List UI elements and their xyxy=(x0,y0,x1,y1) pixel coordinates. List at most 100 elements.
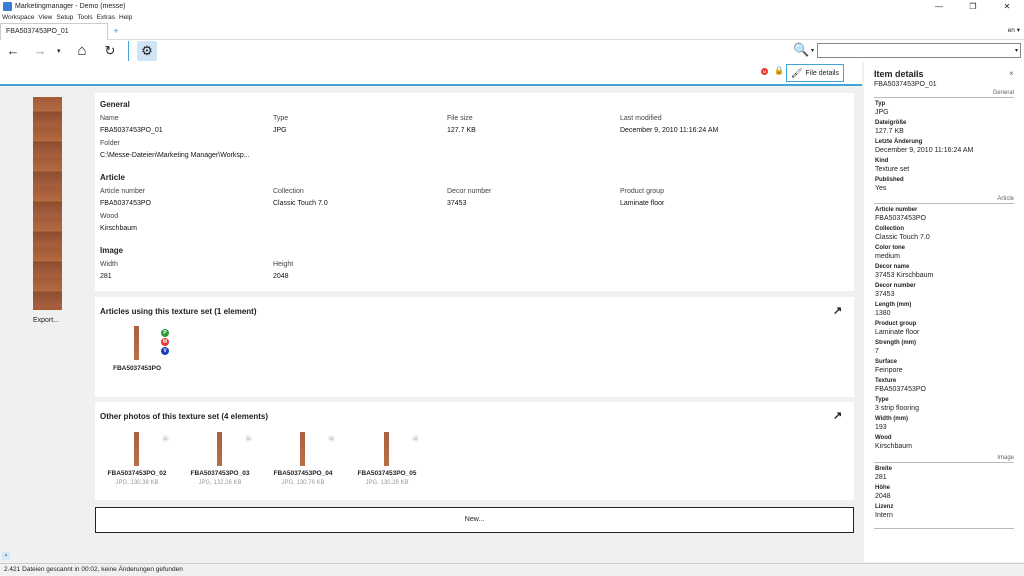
decor-number-label: Decor number xyxy=(447,188,492,195)
export-link[interactable]: Export... xyxy=(33,317,59,324)
length-label: Length (mm) xyxy=(875,302,912,308)
info-panel: General Name FBA5037453PO_01 Type JPG Fi… xyxy=(95,93,854,291)
name-value: FBA5037453PO_01 xyxy=(100,127,163,134)
wood-value: Kirschbaum xyxy=(875,443,912,450)
home-icon[interactable]: ⌂ xyxy=(73,42,91,60)
menu-setup[interactable]: Setup xyxy=(54,13,75,23)
dateigroesse-label: Dateigröße xyxy=(875,120,907,126)
side-divider xyxy=(874,528,1014,529)
maximize-button[interactable]: ❐ xyxy=(956,0,990,13)
gear-icon[interactable]: ⚙ xyxy=(137,41,157,61)
article-number-label: Article number xyxy=(875,207,918,213)
typ-value: JPG xyxy=(875,109,889,116)
articles-using-heading: Articles using this texture set (1 eleme… xyxy=(100,307,257,316)
tab-active[interactable]: FBA5037453PO_01 xyxy=(0,23,108,40)
m-badge: M xyxy=(162,435,169,442)
width-mm-value: 193 xyxy=(875,424,887,431)
file-details-button[interactable]: 🖌 File details xyxy=(786,64,844,82)
photo-name: FBA5037453PO_03 xyxy=(190,470,250,477)
forward-icon[interactable]: → xyxy=(31,42,49,60)
menu-help[interactable]: Help xyxy=(117,13,134,23)
search-dropdown-icon[interactable]: ▾ xyxy=(811,47,814,54)
search-icon[interactable]: 🔍 xyxy=(793,42,809,58)
photo-thumbnail[interactable] xyxy=(384,432,389,466)
decor-number-value: 37453 xyxy=(875,291,895,298)
photo-info: JPG, 130.26 KB xyxy=(365,480,409,486)
collection-label: Collection xyxy=(273,188,304,195)
minimize-button[interactable]: — xyxy=(922,0,956,13)
m-badge: M xyxy=(245,435,252,442)
lock-icon[interactable]: 🔒 xyxy=(774,66,784,75)
menu-extras[interactable]: Extras xyxy=(95,13,117,23)
new-button[interactable]: New... xyxy=(95,507,854,533)
menu-view[interactable]: View xyxy=(36,13,54,23)
close-icon[interactable]: × xyxy=(1009,69,1014,78)
width-label: Width xyxy=(100,261,118,268)
p-badge: P xyxy=(161,329,169,337)
color-tone-value: medium xyxy=(875,253,900,260)
collection-value: Classic Touch 7.0 xyxy=(273,200,328,207)
kind-label: Kind xyxy=(875,158,889,164)
kind-value: Texture set xyxy=(875,166,910,173)
wood-label: Wood xyxy=(100,213,119,220)
folder-label: Folder xyxy=(100,140,120,147)
photo-thumbnail[interactable] xyxy=(134,432,139,466)
collapse-icon[interactable]: ▴ xyxy=(2,552,10,560)
status-bar: 2.421 Dateien gescannt in 00:02, keine Ä… xyxy=(0,563,1024,576)
v-badge: V xyxy=(161,347,169,355)
close-button[interactable]: ✕ xyxy=(990,0,1024,13)
typ-label: Typ xyxy=(875,101,886,107)
article-heading: Article xyxy=(100,173,125,182)
product-group-label: Product group xyxy=(875,321,917,327)
name-label: Name xyxy=(100,115,119,122)
refresh-icon[interactable]: ↻ xyxy=(101,42,119,60)
content-header xyxy=(0,62,862,86)
type-value: JPG xyxy=(273,127,287,134)
language-select[interactable]: en ▾ xyxy=(1008,26,1020,34)
dateigroesse-value: 127.7 KB xyxy=(875,128,904,135)
hoehe-value: 2048 xyxy=(875,493,891,500)
section-image: Image xyxy=(874,455,1014,463)
general-heading: General xyxy=(100,100,130,109)
file-details-label: File details xyxy=(805,69,839,77)
menu-bar: Workspace View Setup Tools Extras Help xyxy=(0,13,1024,23)
photo-name: FBA5037453PO_04 xyxy=(273,470,333,477)
decor-number-value: 37453 xyxy=(447,200,467,207)
filesize-label: File size xyxy=(447,115,473,122)
menu-workspace[interactable]: Workspace xyxy=(0,13,36,23)
letzte-aenderung-label: Letzte Änderung xyxy=(875,139,923,145)
height-value: 2048 xyxy=(273,273,289,280)
lizenz-label: Lizenz xyxy=(875,504,894,510)
texture-preview[interactable] xyxy=(33,97,62,310)
search-input[interactable]: ▾ xyxy=(817,43,1021,58)
photo-info: JPG, 132.26 KB xyxy=(198,480,242,486)
product-group-value: Laminate floor xyxy=(875,329,920,336)
modified-value: December 9, 2010 11:16:24 AM xyxy=(620,127,719,134)
search-chevron-down-icon[interactable]: ▾ xyxy=(1015,47,1018,54)
add-tab-button[interactable]: + xyxy=(110,25,122,37)
breite-value: 281 xyxy=(875,474,887,481)
photo-thumbnail[interactable] xyxy=(300,432,305,466)
open-external-icon[interactable]: ↗ xyxy=(833,409,842,422)
photo-thumbnail[interactable] xyxy=(217,432,222,466)
surface-label: Surface xyxy=(875,359,898,365)
menu-tools[interactable]: Tools xyxy=(75,13,94,23)
item-details-title: Item details xyxy=(874,69,924,79)
strength-label: Strength (mm) xyxy=(875,340,916,346)
open-external-icon[interactable]: ↗ xyxy=(833,304,842,317)
collection-value: Classic Touch 7.0 xyxy=(875,234,930,241)
published-value: Yes xyxy=(875,185,887,192)
tab-bar: FBA5037453PO_01 + en ▾ xyxy=(0,23,1024,40)
product-group-label: Product group xyxy=(620,188,664,195)
section-general: General xyxy=(874,90,1014,98)
article-number-label: Article number xyxy=(100,188,146,195)
letzte-aenderung-value: December 9, 2010 11:16:24 AM xyxy=(875,147,974,154)
history-dropdown-icon[interactable]: ▾ xyxy=(57,47,61,55)
article-thumbnail[interactable] xyxy=(134,326,139,360)
back-icon[interactable]: ← xyxy=(4,42,22,60)
folder-value[interactable]: C:\Messe-Dateien\Marketing Manager\Works… xyxy=(100,152,250,159)
m-badge: M xyxy=(328,435,335,442)
decor-name-value: 37453 Kirschbaum xyxy=(875,272,934,279)
articles-using-panel: Articles using this texture set (1 eleme… xyxy=(95,297,854,397)
breite-label: Breite xyxy=(875,466,893,472)
